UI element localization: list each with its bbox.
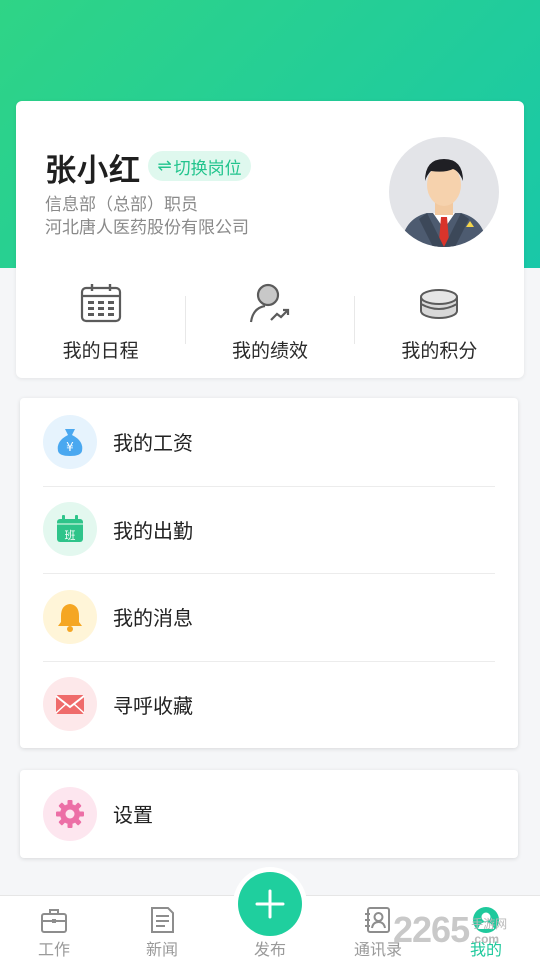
publish-button[interactable] [238,872,302,936]
quick-actions: 我的日程 我的绩效 我的积分 [16,276,524,366]
quick-action-performance[interactable]: 我的绩效 [185,276,354,366]
money-bag-symbol: ¥ [66,440,74,454]
menu-item-page-favorites[interactable]: 寻呼收藏 [20,660,518,749]
quick-action-label: 我的积分 [401,340,478,362]
settings-label: 设置 [113,803,153,828]
contacts-icon [365,907,390,933]
briefcase-icon [41,909,67,933]
watermark: 2265 手游网 .com [393,900,540,960]
avatar-person-icon [401,159,487,247]
quick-action-schedule[interactable]: 我的日程 [16,276,185,366]
attendance-symbol: 班 [65,529,76,542]
menu-item-label: 寻呼收藏 [113,693,193,718]
menu-list: ¥ 我的工资 班 我的出勤 我的消息 寻呼收藏 [20,398,518,748]
tab-news[interactable]: 新闻 [108,896,216,960]
avatar[interactable] [389,137,499,247]
envelope-icon [43,677,97,732]
divider [354,296,355,344]
tab-work[interactable]: 工作 [0,896,108,960]
performance-icon [249,283,290,323]
menu-item-settings[interactable]: 设置 [20,770,518,858]
attendance-icon: 班 [43,502,97,557]
watermark-bottom: .com [471,931,500,946]
quick-action-label: 我的日程 [62,340,139,362]
switch-icon: ⇌ [157,156,172,176]
menu-item-attendance[interactable]: 班 我的出勤 [20,485,518,574]
watermark-number: 2265 [393,909,470,950]
tab-label: 发布 [253,940,286,959]
department-text: 信息部（总部）职员 [45,195,198,215]
menu-item-label: 我的消息 [113,606,193,631]
watermark-top: 手游网 [471,916,508,931]
money-bag-icon: ¥ [43,414,97,469]
tab-label: 工作 [37,940,70,959]
calendar-icon [80,284,121,323]
user-name: 张小红 [45,153,141,189]
plus-icon [255,889,285,919]
menu-item-salary[interactable]: ¥ 我的工资 [20,398,518,486]
switch-position-button[interactable]: ⇌ 切换岗位 [148,151,251,181]
bell-icon [43,589,97,644]
switch-position-label: 切换岗位 [173,158,242,179]
quick-action-points[interactable]: 我的积分 [355,276,524,366]
tab-label: 新闻 [145,940,178,959]
menu-item-label: 我的工资 [113,431,193,456]
coins-icon [420,289,459,319]
gear-icon [43,786,97,841]
news-icon [151,907,174,933]
menu-item-messages[interactable]: 我的消息 [20,573,518,661]
quick-action-label: 我的绩效 [231,340,308,362]
divider [185,296,186,344]
profile-card: 张小红 ⇌ 切换岗位 信息部（总部）职员 河北唐人医药股份有限公司 我的日程 我… [16,101,524,378]
settings-card: 设置 [20,770,518,858]
company-text: 河北唐人医药股份有限公司 [45,218,249,238]
menu-item-label: 我的出勤 [113,518,193,543]
